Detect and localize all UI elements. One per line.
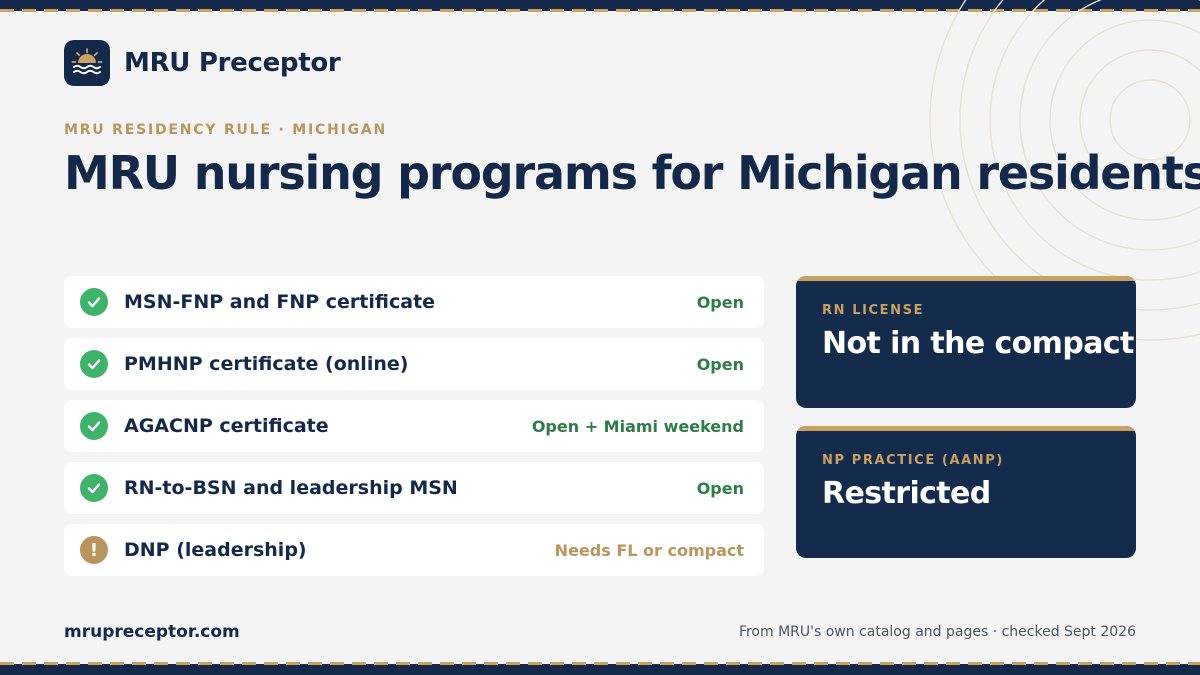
list-item: PMHNP certificate (online) Open [64, 338, 764, 390]
top-border-band [0, 0, 1200, 12]
card-label: RN LICENSE [822, 303, 925, 318]
list-item: RN-to-BSN and leadership MSN Open [64, 462, 764, 514]
program-name: MSN-FNP and FNP certificate [124, 291, 436, 313]
eyebrow-label: MRU RESIDENCY RULE · MICHIGAN [64, 122, 388, 138]
program-status: Open [696, 292, 744, 312]
source-note: From MRU's own catalog and pages · check… [738, 624, 1136, 640]
site-link[interactable]: mrupreceptor.com [64, 622, 240, 642]
list-item: AGACNP certificate Open + Miami weekend [64, 400, 764, 452]
sun-over-waves-icon [64, 40, 110, 86]
top-dashed-line [0, 9, 1200, 12]
brand[interactable]: MRU Preceptor [64, 40, 341, 86]
program-name: PMHNP certificate (online) [124, 353, 409, 375]
exclamation-circle-icon: ! [80, 536, 108, 564]
program-name: RN-to-BSN and leadership MSN [124, 477, 458, 499]
program-status: Open + Miami weekend [531, 416, 744, 436]
program-status: Open [696, 354, 744, 374]
check-circle-icon [80, 288, 108, 316]
program-name: DNP (leadership) [124, 539, 307, 561]
program-list: MSN-FNP and FNP certificate Open PMHNP c… [64, 276, 764, 586]
np-practice-card: NP PRACTICE (AANP) Restricted [796, 426, 1136, 558]
card-label: NP PRACTICE (AANP) [822, 453, 1004, 468]
program-status: Open [696, 478, 744, 498]
card-value: Not in the compact [822, 326, 1134, 361]
bottom-border-band [0, 662, 1200, 675]
bottom-dashed-line [0, 662, 1200, 665]
brand-name: MRU Preceptor [124, 48, 341, 78]
list-item: ! DNP (leadership) Needs FL or compact [64, 524, 764, 576]
page-title: MRU nursing programs for Michigan reside… [64, 146, 1200, 200]
rn-license-card: RN LICENSE Not in the compact [796, 276, 1136, 408]
check-circle-icon [80, 412, 108, 440]
program-status: Needs FL or compact [554, 540, 744, 560]
card-value: Restricted [822, 476, 991, 511]
list-item: MSN-FNP and FNP certificate Open [64, 276, 764, 328]
program-name: AGACNP certificate [124, 415, 329, 437]
check-circle-icon [80, 350, 108, 378]
check-circle-icon [80, 474, 108, 502]
